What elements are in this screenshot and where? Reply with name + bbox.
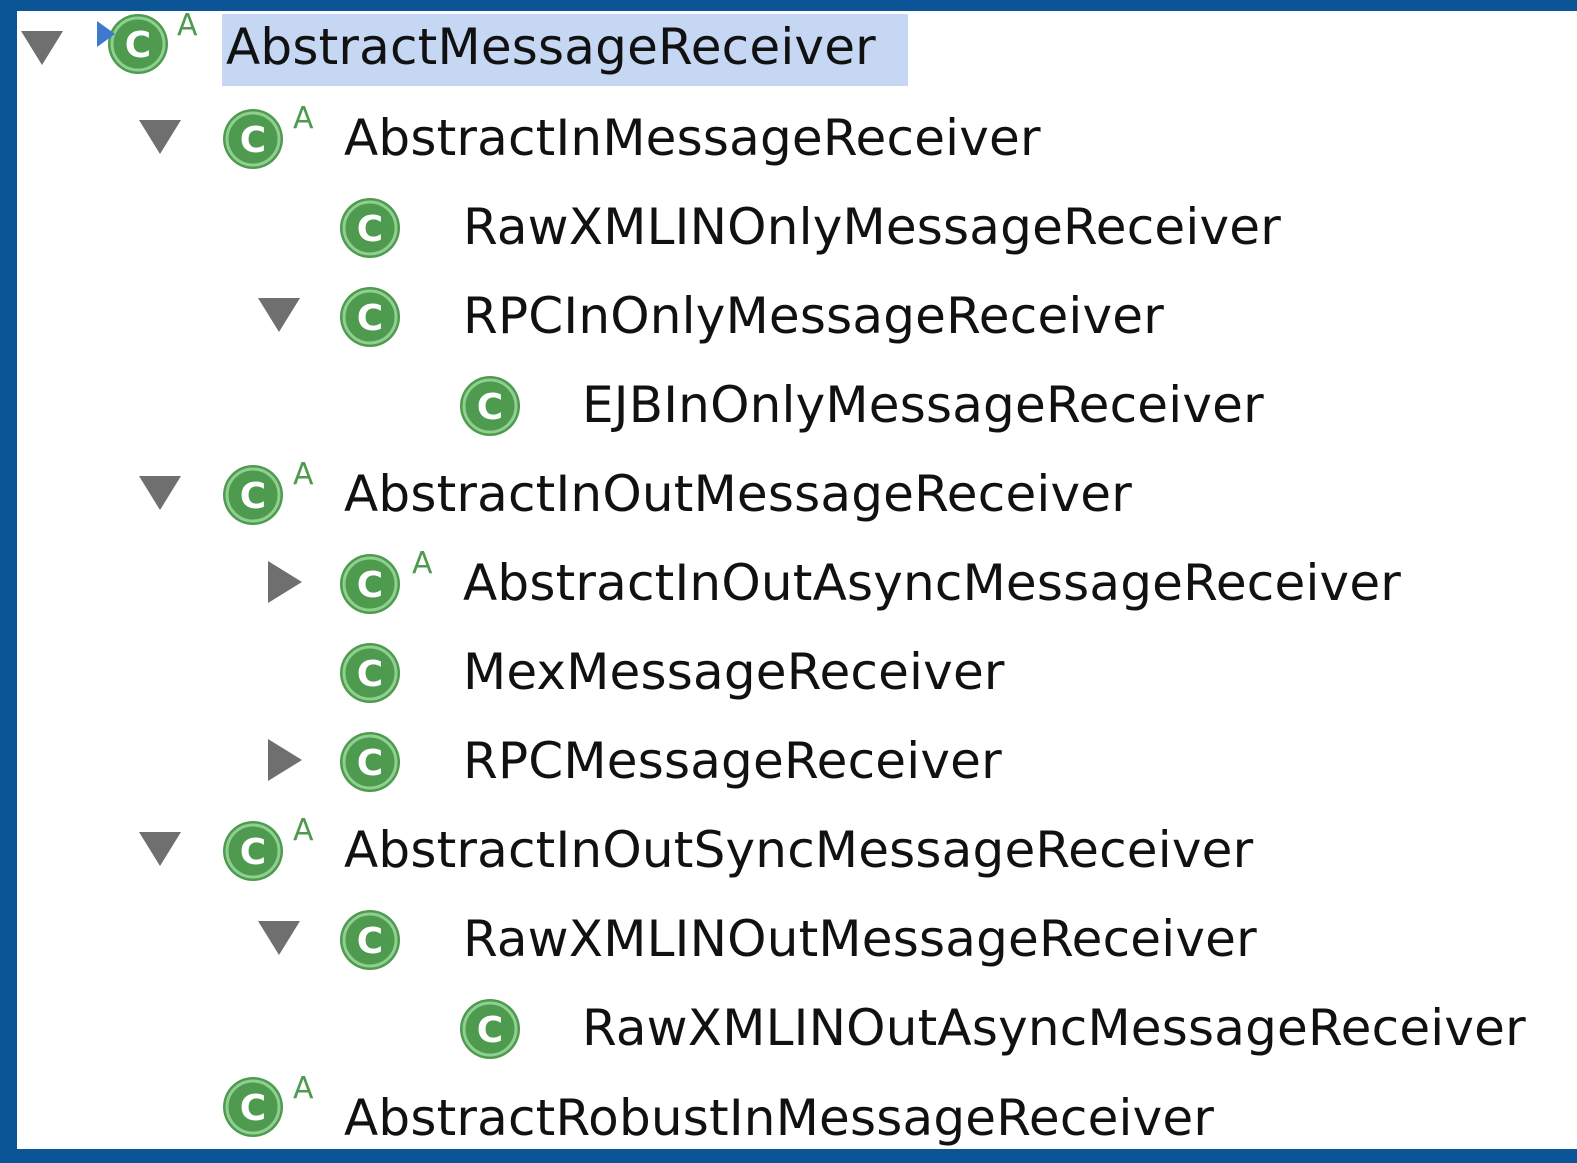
abstract-badge: A [293,813,314,848]
svg-text:C: C [357,298,383,339]
tree-item-label: RawXMLINOutMessageReceiver [463,910,1257,968]
tree-item-label: AbstractInOutSyncMessageReceiver [344,821,1254,879]
tree-item-label: RPCInOnlyMessageReceiver [463,287,1165,345]
abstract-badge: A [412,546,433,581]
class-icon: C [340,287,400,347]
expanded-triangle-icon[interactable] [256,292,302,338]
abstract-badge: A [293,457,314,492]
class-icon: C [460,999,520,1059]
tree-item-label: MexMessageReceiver [463,643,1005,701]
collapsed-triangle-icon[interactable] [262,737,308,783]
class-icon: C [340,554,400,614]
type-hierarchy-tree: C A AbstractMessageReceiver C A Abstract… [17,11,1577,1149]
svg-text:C: C [240,832,266,873]
abstract-badge: A [293,1071,314,1106]
svg-text:C: C [477,387,503,428]
tree-row-abstract-robust-in-message-receiver[interactable]: C A AbstractRobustInMessageReceiver [17,1074,1577,1163]
tree-item-label: RPCMessageReceiver [463,732,1002,790]
tree-row-ejb-in-only-message-receiver[interactable]: C EJBInOnlyMessageReceiver [17,367,1577,456]
class-icon: C [223,465,283,525]
svg-text:C: C [357,654,383,695]
expanded-triangle-icon[interactable] [137,826,183,872]
tree-row-abstract-in-out-message-receiver[interactable]: C A AbstractInOutMessageReceiver [17,456,1577,545]
abstract-badge: A [293,101,314,136]
svg-text:C: C [240,476,266,517]
svg-text:C: C [357,565,383,606]
class-icon: C [340,910,400,970]
class-icon: C [223,1077,283,1137]
tree-item-label: AbstractInOutAsyncMessageReceiver [463,554,1402,612]
tree-item-label: AbstractMessageReceiver [226,18,876,76]
tree-item-label: AbstractInOutMessageReceiver [344,465,1133,523]
cursor-icon [97,21,115,47]
tree-row-mex-message-receiver[interactable]: C MexMessageReceiver [17,634,1577,723]
tree-row-abstract-in-out-async-message-receiver[interactable]: C A AbstractInOutAsyncMessageReceiver [17,545,1577,634]
tree-item-label: AbstractInMessageReceiver [344,109,1041,167]
svg-text:C: C [240,1088,266,1129]
svg-text:C: C [477,1010,503,1051]
class-icon: C [223,109,283,169]
expanded-triangle-icon[interactable] [19,25,65,71]
svg-text:C: C [240,120,266,161]
expanded-triangle-icon[interactable] [256,915,302,961]
tree-row-abstract-in-message-receiver[interactable]: C A AbstractInMessageReceiver [17,100,1577,189]
class-icon: C [340,198,400,258]
class-icon: C [340,732,400,792]
svg-text:C: C [357,921,383,962]
tree-row-raw-xml-in-out-message-receiver[interactable]: C RawXMLINOutMessageReceiver [17,901,1577,990]
tree-item-label: EJBInOnlyMessageReceiver [582,376,1264,434]
tree-row-abstract-message-receiver[interactable]: C A AbstractMessageReceiver [17,11,1577,100]
svg-text:C: C [357,743,383,784]
tree-row-abstract-in-out-sync-message-receiver[interactable]: C A AbstractInOutSyncMessageReceiver [17,812,1577,901]
expanded-triangle-icon[interactable] [137,470,183,516]
abstract-badge: A [177,8,198,43]
class-icon: C [340,643,400,703]
tree-row-rpc-message-receiver[interactable]: C RPCMessageReceiver [17,723,1577,812]
tree-item-label: RawXMLINOutAsyncMessageReceiver [582,999,1526,1057]
tree-row-raw-xml-in-out-async-message-receiver[interactable]: C RawXMLINOutAsyncMessageReceiver [17,990,1577,1079]
tree-item-label: RawXMLINOnlyMessageReceiver [463,198,1281,256]
svg-text:C: C [357,209,383,250]
tree-row-raw-xml-in-only-message-receiver[interactable]: C RawXMLINOnlyMessageReceiver [17,189,1577,278]
expanded-triangle-icon[interactable] [137,114,183,160]
tree-item-label: AbstractRobustInMessageReceiver [344,1089,1215,1147]
class-icon: C [460,376,520,436]
class-icon: C [223,821,283,881]
collapsed-triangle-icon[interactable] [262,559,308,605]
tree-row-rpc-in-only-message-receiver[interactable]: C RPCInOnlyMessageReceiver [17,278,1577,367]
svg-text:C: C [125,25,151,66]
